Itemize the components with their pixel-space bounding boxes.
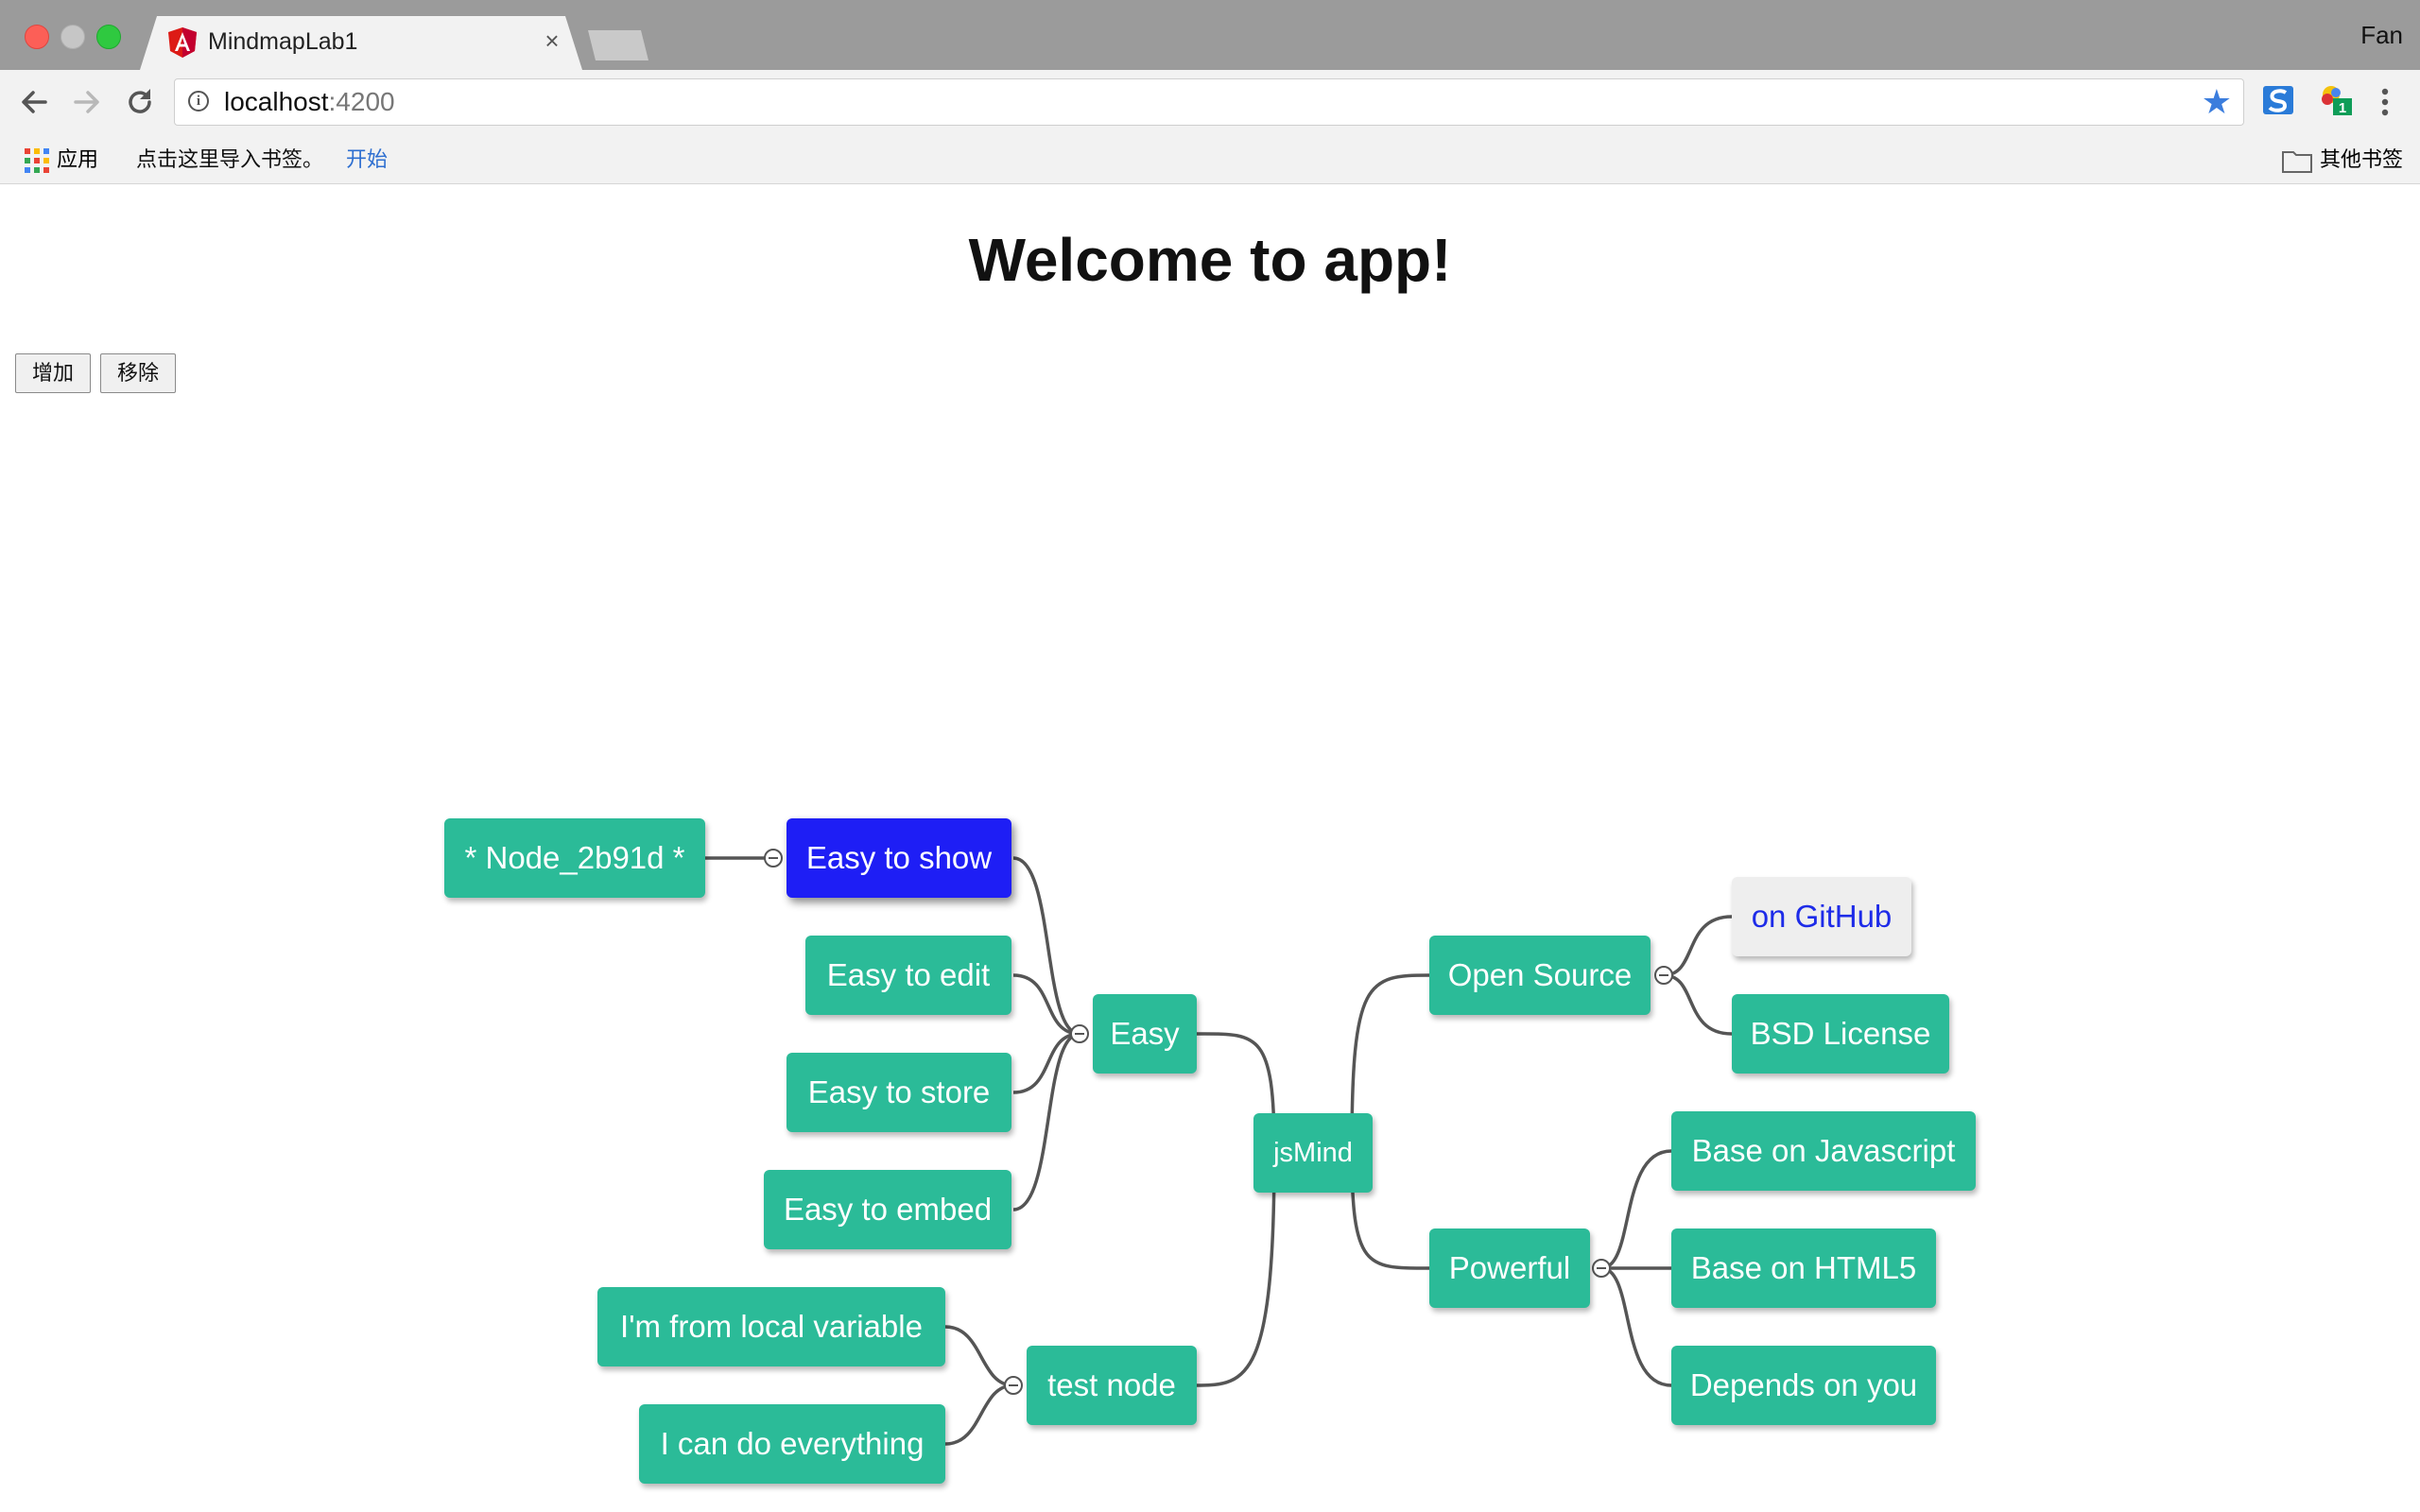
mindmap-node-easy[interactable]: Easy <box>1093 994 1197 1074</box>
collapse-toggle-icon[interactable] <box>1592 1259 1611 1278</box>
collapse-toggle-icon[interactable] <box>1004 1376 1023 1395</box>
mindmap-node-github-link[interactable]: on GitHub <box>1732 877 1911 956</box>
collapse-toggle-icon[interactable] <box>1654 966 1673 985</box>
mindmap-canvas: jsMind Easy Easy to show Easy to edit Ea… <box>0 0 2420 1512</box>
mindmap-node-test-node[interactable]: test node <box>1027 1346 1197 1425</box>
mindmap-edges <box>705 856 1733 1446</box>
mindmap-node-easy-to-store[interactable]: Easy to store <box>786 1053 1011 1132</box>
mindmap-node-local-variable[interactable]: I'm from local variable <box>597 1287 945 1366</box>
mindmap-node-easy-to-show[interactable]: Easy to show <box>786 818 1011 898</box>
mindmap-node-can-do-everything[interactable]: I can do everything <box>639 1404 945 1484</box>
collapse-toggle-icon[interactable] <box>764 849 783 868</box>
mindmap-node-open-source[interactable]: Open Source <box>1429 936 1651 1015</box>
mindmap-node-bsd-license[interactable]: BSD License <box>1732 994 1949 1074</box>
mindmap-node-powerful[interactable]: Powerful <box>1429 1228 1590 1308</box>
mindmap-node-new-node[interactable]: * Node_2b91d * <box>444 818 705 898</box>
mindmap-node-root[interactable]: jsMind <box>1253 1113 1373 1193</box>
collapse-toggle-icon[interactable] <box>1070 1024 1089 1043</box>
mindmap-node-easy-to-embed[interactable]: Easy to embed <box>764 1170 1011 1249</box>
mindmap-node-depends-on-you[interactable]: Depends on you <box>1671 1346 1936 1425</box>
mindmap-node-base-on-html5[interactable]: Base on HTML5 <box>1671 1228 1936 1308</box>
mindmap-node-base-on-javascript[interactable]: Base on Javascript <box>1671 1111 1976 1191</box>
mindmap-node-easy-to-edit[interactable]: Easy to edit <box>805 936 1011 1015</box>
